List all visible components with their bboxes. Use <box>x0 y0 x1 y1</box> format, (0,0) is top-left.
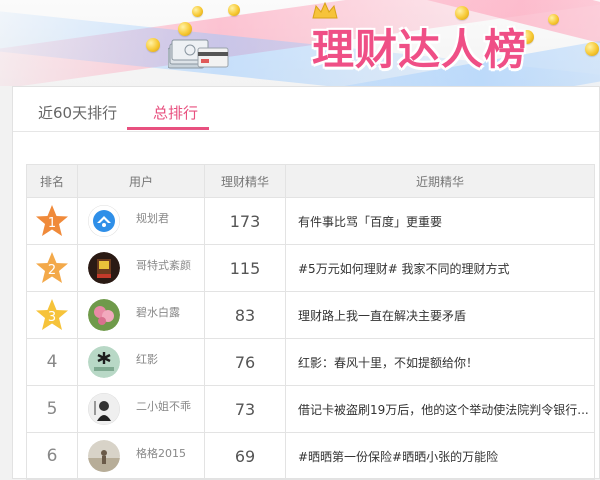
avatar[interactable] <box>88 440 120 472</box>
avatar[interactable] <box>88 252 120 284</box>
rank-number: 4 <box>46 352 58 372</box>
recent-post-link[interactable]: #晒晒第一份保险#晒晒小张的万能险 <box>285 432 595 480</box>
score-cell: 115 <box>204 244 286 292</box>
rank-cell: 6 <box>26 432 78 480</box>
score-cell: 173 <box>204 197 286 245</box>
score-cell: 69 <box>204 432 286 480</box>
user-cell[interactable]: 规划君 <box>77 197 205 245</box>
table-row: 5 二小姐不乖 73 借记卡被盗刷19万后，他的这个举动使法院判令银行... <box>26 385 595 433</box>
recent-post-link[interactable]: 理财路上我一直在解决主要矛盾 <box>285 291 595 339</box>
recent-post-link[interactable]: 有件事比骂「百度」更重要 <box>285 197 595 245</box>
rank-number: 2 <box>48 263 56 278</box>
rank-number: 3 <box>48 310 56 325</box>
recent-post-link[interactable]: 红影：春风十里，不如提额给你！ <box>285 338 595 386</box>
coin-icon <box>146 38 160 52</box>
rank-cell: 1 <box>26 197 78 245</box>
header-user: 用户 <box>77 164 205 198</box>
user-cell[interactable]: 碧水白露 <box>77 291 205 339</box>
active-tab-indicator <box>127 127 209 130</box>
table-row: 1 规划君 173 有件事比骂「百度」更重要 <box>26 197 595 245</box>
table-row: 4 红影 76 红影：春风十里，不如提额给你！ <box>26 338 595 386</box>
table-row: 6 格格2015 69 #晒晒第一份保险#晒晒小张的万能险 <box>26 432 595 480</box>
ranking-table: 排名 用户 理财精华 近期精华 1 规划君 173 有件事比骂「百度」更重要 2… <box>26 164 595 480</box>
banner: 理财达人榜 <box>0 0 600 86</box>
avatar[interactable] <box>88 393 120 425</box>
coin-icon <box>178 22 192 36</box>
rank-number: 5 <box>46 399 58 419</box>
tab-overall[interactable]: 总排行 <box>153 102 198 130</box>
avatar[interactable] <box>88 346 120 378</box>
username-link[interactable]: 碧水白露 <box>136 304 180 320</box>
header-rank: 排名 <box>26 164 78 198</box>
coin-icon <box>548 14 559 25</box>
cash-and-card-icon <box>168 39 229 69</box>
table-row: 3 碧水白露 83 理财路上我一直在解决主要矛盾 <box>26 291 595 339</box>
recent-post-link[interactable]: #5万元如何理财# 我家不同的理财方式 <box>285 244 595 292</box>
username-link[interactable]: 规划君 <box>136 210 169 226</box>
score-cell: 76 <box>204 338 286 386</box>
score-cell: 73 <box>204 385 286 433</box>
table-row: 2 哥特式紊颜 115 #5万元如何理财# 我家不同的理财方式 <box>26 244 595 292</box>
coin-icon <box>228 4 240 16</box>
avatar[interactable] <box>88 205 120 237</box>
user-cell[interactable]: 哥特式紊颜 <box>77 244 205 292</box>
score-cell: 83 <box>204 291 286 339</box>
tab-recent-60-days[interactable]: 近60天排行 <box>38 102 117 130</box>
header-recent: 近期精华 <box>285 164 595 198</box>
rank-star-icon: 1 <box>36 205 68 236</box>
user-cell[interactable]: 格格2015 <box>77 432 205 480</box>
rank-cell: 4 <box>26 338 78 386</box>
username-link[interactable]: 二小姐不乖 <box>136 398 191 414</box>
username-link[interactable]: 哥特式紊颜 <box>136 257 191 273</box>
rank-cell: 3 <box>26 291 78 339</box>
coin-icon <box>585 42 599 56</box>
user-cell[interactable]: 二小姐不乖 <box>77 385 205 433</box>
ranking-card: 近60天排行 总排行 排名 用户 理财精华 近期精华 1 规划君 173 有件事… <box>12 86 600 480</box>
user-cell[interactable]: 红影 <box>77 338 205 386</box>
rank-number: 6 <box>46 446 58 466</box>
rank-star-icon: 2 <box>36 252 68 283</box>
header-score: 理财精华 <box>204 164 286 198</box>
tab-bar: 近60天排行 总排行 <box>13 87 599 132</box>
username-link[interactable]: 格格2015 <box>136 445 186 461</box>
rank-number: 1 <box>48 216 56 231</box>
username-link[interactable]: 红影 <box>136 351 158 367</box>
rank-star-icon: 3 <box>36 299 68 330</box>
recent-post-link[interactable]: 借记卡被盗刷19万后，他的这个举动使法院判令银行... <box>285 385 595 433</box>
banner-title: 理财达人榜 <box>312 25 528 74</box>
avatar[interactable] <box>88 299 120 331</box>
rank-cell: 2 <box>26 244 78 292</box>
coin-icon <box>192 6 203 17</box>
table-header-row: 排名 用户 理财精华 近期精华 <box>26 164 595 198</box>
rank-cell: 5 <box>26 385 78 433</box>
